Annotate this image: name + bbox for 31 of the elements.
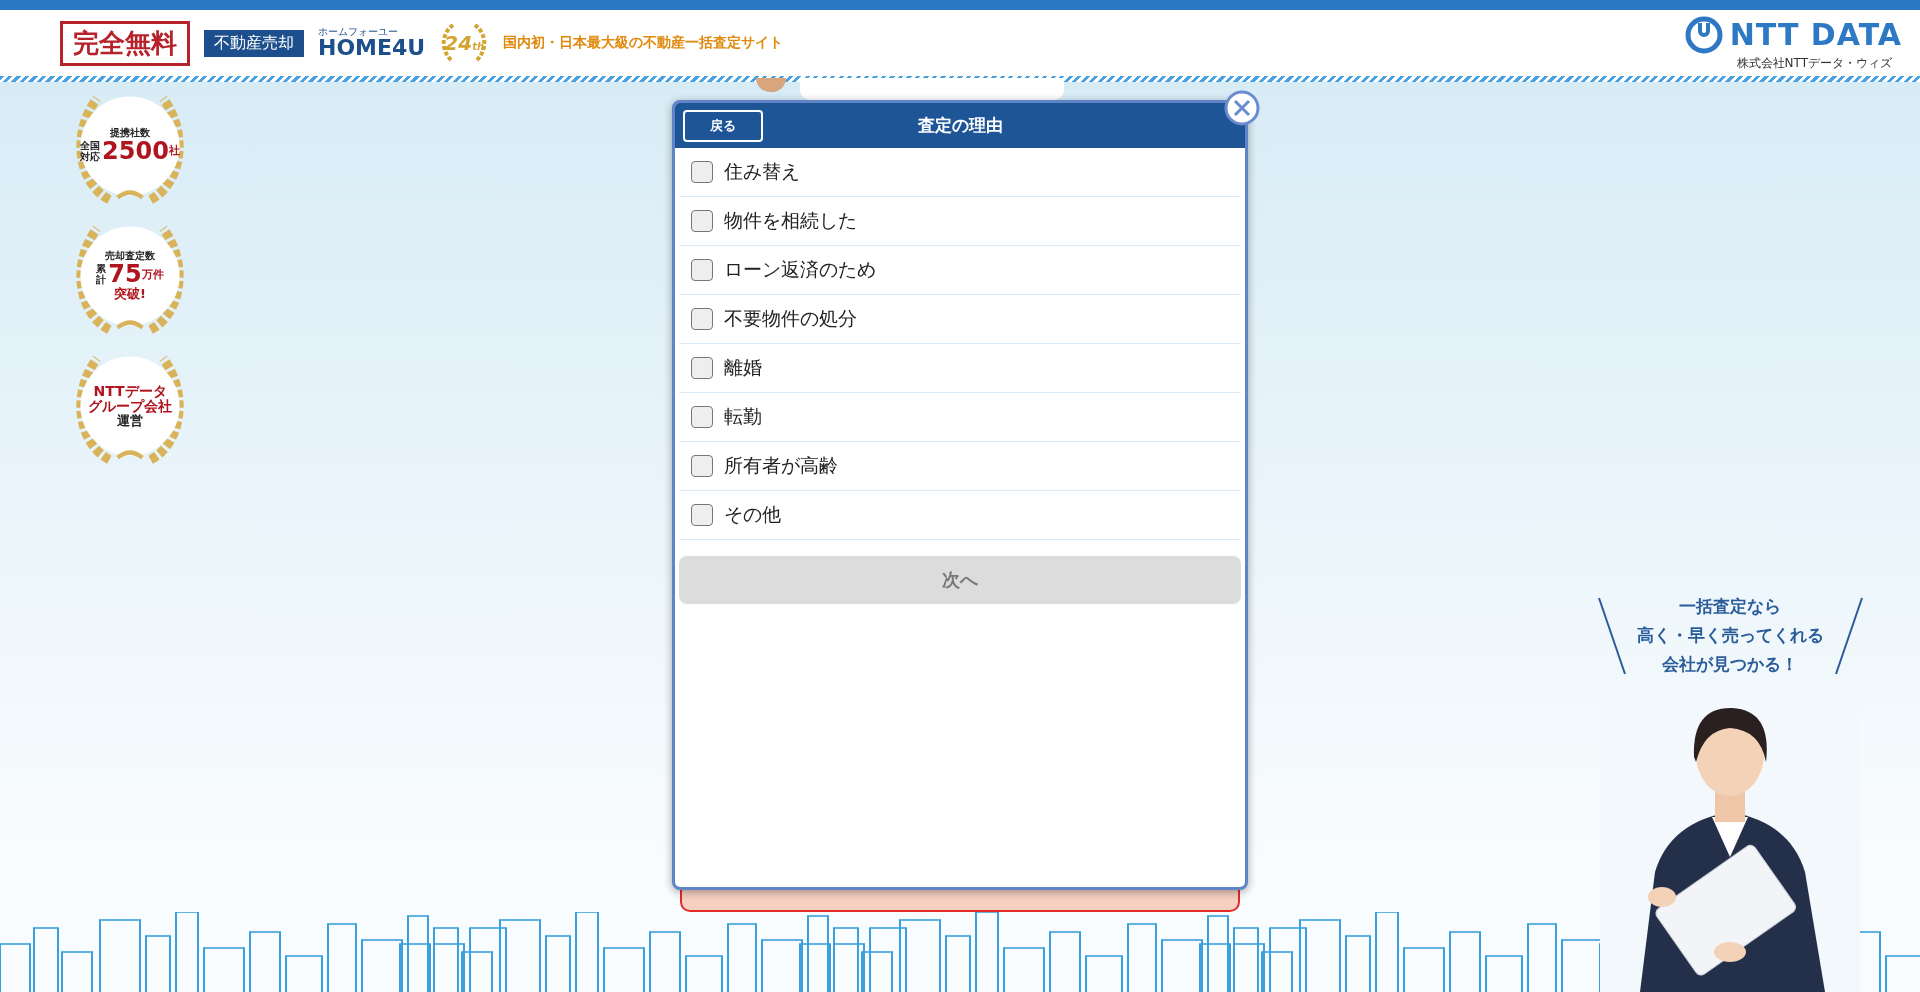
checkbox[interactable] <box>691 455 713 477</box>
checkbox[interactable] <box>691 406 713 428</box>
company-name: 株式会社NTTデータ・ウィズ <box>1736 54 1893 72</box>
checkbox[interactable] <box>691 504 713 526</box>
reason-option[interactable]: ローン返済のため <box>679 246 1241 295</box>
ad-slogan: 一括査定なら <box>1679 595 1781 618</box>
ring-logo-icon <box>1683 14 1724 55</box>
tagline: 国内初・日本最大級の不動産一括査定サイト <box>503 34 784 52</box>
checkbox[interactable] <box>691 308 713 330</box>
brand-logo[interactable]: HOME4U <box>318 37 426 59</box>
ad-slogan: 会社が見つかる！ <box>1662 653 1798 676</box>
close-icon[interactable] <box>1224 90 1260 126</box>
reason-option[interactable]: 物件を相続した <box>679 197 1241 246</box>
corporate-logo[interactable]: NTT DATA <box>1729 17 1902 52</box>
checkbox[interactable] <box>691 357 713 379</box>
dialog-title: 査定の理由 <box>917 114 1003 137</box>
reason-option[interactable]: 所有者が高齢 <box>679 442 1241 491</box>
checkbox[interactable] <box>691 161 713 183</box>
reason-option[interactable]: 転勤 <box>679 393 1241 442</box>
free-badge: 完全無料 <box>60 20 190 66</box>
avatar-icon <box>756 78 786 92</box>
reason-option[interactable]: 住み替え <box>679 148 1241 197</box>
checkbox[interactable] <box>691 210 713 232</box>
checkbox[interactable] <box>691 259 713 281</box>
brand-kana: ホームフォーユー <box>318 27 399 37</box>
back-button[interactable]: 戻る <box>683 109 763 142</box>
reason-option[interactable]: 離婚 <box>679 344 1241 393</box>
reason-option[interactable]: その他 <box>679 491 1241 540</box>
ad-slogan: 高く・早く売ってくれる <box>1636 624 1824 647</box>
category-tag: 不動産売却 <box>204 29 304 57</box>
reason-option[interactable]: 不要物件の処分 <box>679 295 1241 344</box>
